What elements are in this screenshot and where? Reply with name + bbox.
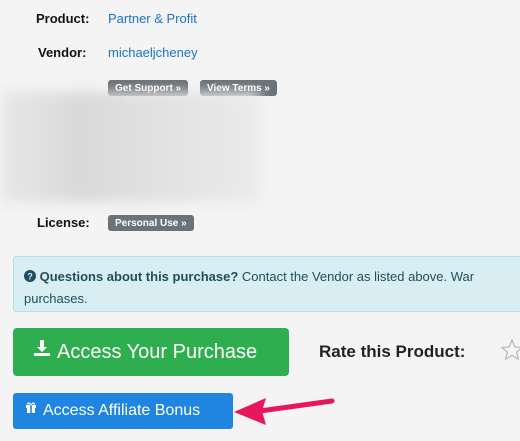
download-icon <box>33 327 51 375</box>
access-purchase-label: Access Your Purchase <box>57 341 258 363</box>
product-link[interactable]: Partner & Profit <box>108 11 197 26</box>
info-alert: ? Questions about this purchase? Contact… <box>13 256 520 312</box>
blurred-content <box>2 92 260 202</box>
alert-message: Contact the Vendor as listed above. War <box>238 269 475 284</box>
license-button[interactable]: Personal Use » <box>108 215 194 231</box>
product-label: Product: <box>36 11 90 26</box>
alert-question: Questions about this purchase? <box>39 269 239 284</box>
question-circle-icon: ? <box>24 267 36 288</box>
star-icon[interactable] <box>500 338 520 367</box>
license-label: License: <box>37 215 90 230</box>
alert-text: ? Questions about this purchase? Contact… <box>24 266 520 309</box>
arrow-annotation-icon <box>232 393 337 434</box>
alert-message-line2: purchases. <box>24 291 88 307</box>
vendor-link[interactable]: michaeljcheney <box>108 45 198 60</box>
access-affiliate-bonus-button[interactable]: Access Affiliate Bonus <box>13 393 233 429</box>
gift-icon <box>25 391 37 427</box>
access-affiliate-bonus-label: Access Affiliate Bonus <box>43 402 201 419</box>
access-purchase-button[interactable]: Access Your Purchase <box>13 328 289 376</box>
rate-product-label: Rate this Product: <box>319 342 466 361</box>
svg-text:?: ? <box>27 272 33 282</box>
vendor-label: Vendor: <box>38 45 87 60</box>
